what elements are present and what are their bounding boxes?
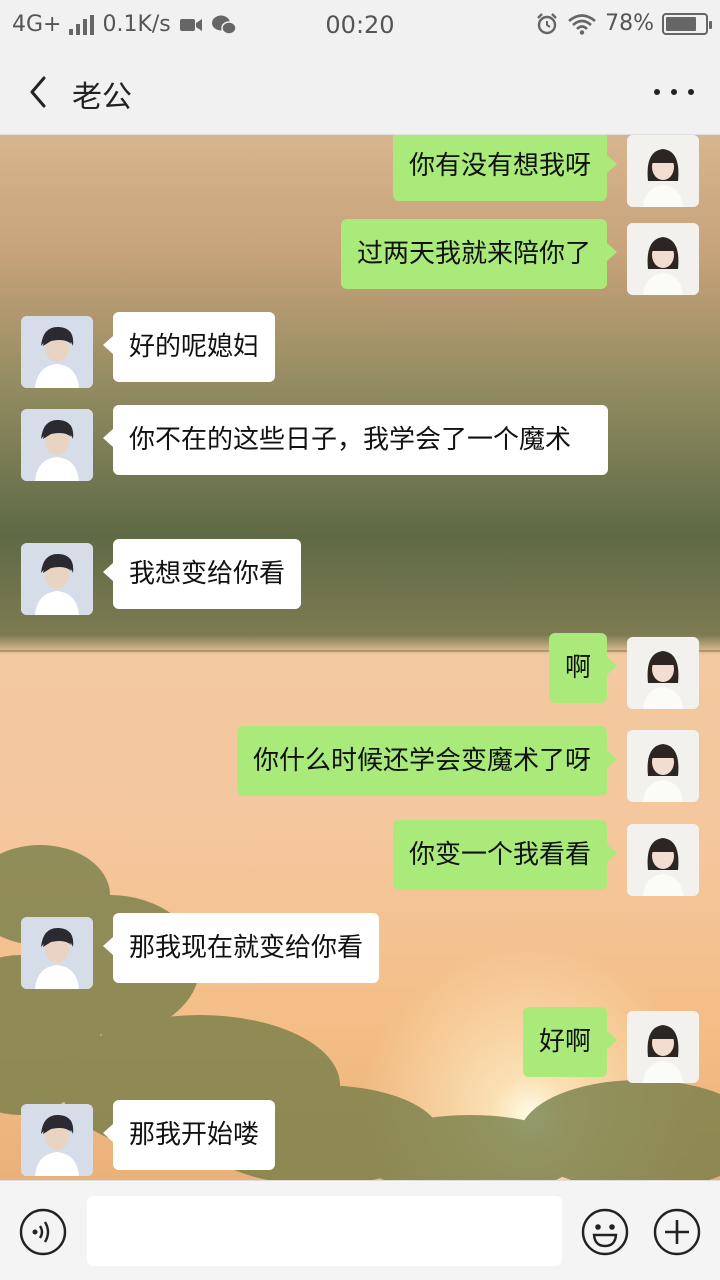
chat-area[interactable]: 你有没有想我呀过两天我就来陪你了 好的呢媳妇你不在的这些日子，我学会了一个魔术 我想… — [0, 135, 720, 1180]
status-bar: 4G+ 0.1K/s 00:20 78% — [0, 0, 720, 50]
status-right: 78% — [535, 11, 712, 36]
sent-message-bubble[interactable]: 你有没有想我呀 — [392, 135, 618, 201]
contact-avatar[interactable] — [21, 917, 93, 989]
wifi-icon — [568, 13, 596, 35]
background-band — [0, 650, 720, 652]
chat-header: 老公 — [0, 50, 720, 135]
sent-message-bubble[interactable]: 啊 — [548, 633, 618, 703]
my-avatar[interactable] — [627, 730, 699, 802]
my-avatar[interactable] — [627, 223, 699, 295]
received-message-bubble[interactable]: 我想变给你看 — [102, 539, 302, 609]
sent-message-bubble[interactable]: 过两天我就来陪你了 — [340, 219, 618, 289]
received-message-bubble[interactable]: 你不在的这些日子，我学会了一个魔术 — [103, 405, 608, 475]
alarm-icon — [537, 12, 557, 34]
chat-title: 老公 — [72, 80, 132, 115]
contact-avatar[interactable] — [21, 543, 93, 615]
battery-percent: 78% — [605, 11, 654, 36]
sent-message-bubble[interactable]: 好啊 — [522, 1007, 618, 1077]
my-avatar[interactable] — [627, 824, 699, 896]
input-bar — [0, 1180, 720, 1280]
received-message-bubble[interactable]: 那我开始喽 — [102, 1100, 276, 1170]
my-avatar[interactable] — [627, 1011, 699, 1083]
received-message-bubble[interactable]: 那我现在就变给你看 — [102, 913, 380, 983]
message-input[interactable] — [87, 1196, 562, 1266]
sent-message-bubble[interactable]: 你什么时候还学会变魔术了呀 — [236, 726, 618, 796]
received-message-bubble[interactable]: 好的呢媳妇 — [102, 312, 276, 382]
voice-icon[interactable] — [18, 1207, 68, 1257]
contact-avatar[interactable] — [21, 1104, 93, 1176]
sent-message-bubble[interactable]: 你变一个我看看 — [392, 820, 618, 890]
my-avatar[interactable] — [627, 637, 699, 709]
emoji-icon[interactable] — [580, 1207, 630, 1257]
battery-icon — [662, 12, 712, 35]
contact-avatar[interactable] — [21, 316, 93, 388]
chevron-left-icon[interactable] — [18, 70, 62, 114]
my-avatar[interactable] — [627, 135, 699, 207]
contact-avatar[interactable] — [21, 409, 93, 481]
more-dots-icon[interactable] — [654, 78, 694, 106]
battery-fill — [666, 16, 696, 31]
plus-icon[interactable] — [652, 1207, 702, 1257]
